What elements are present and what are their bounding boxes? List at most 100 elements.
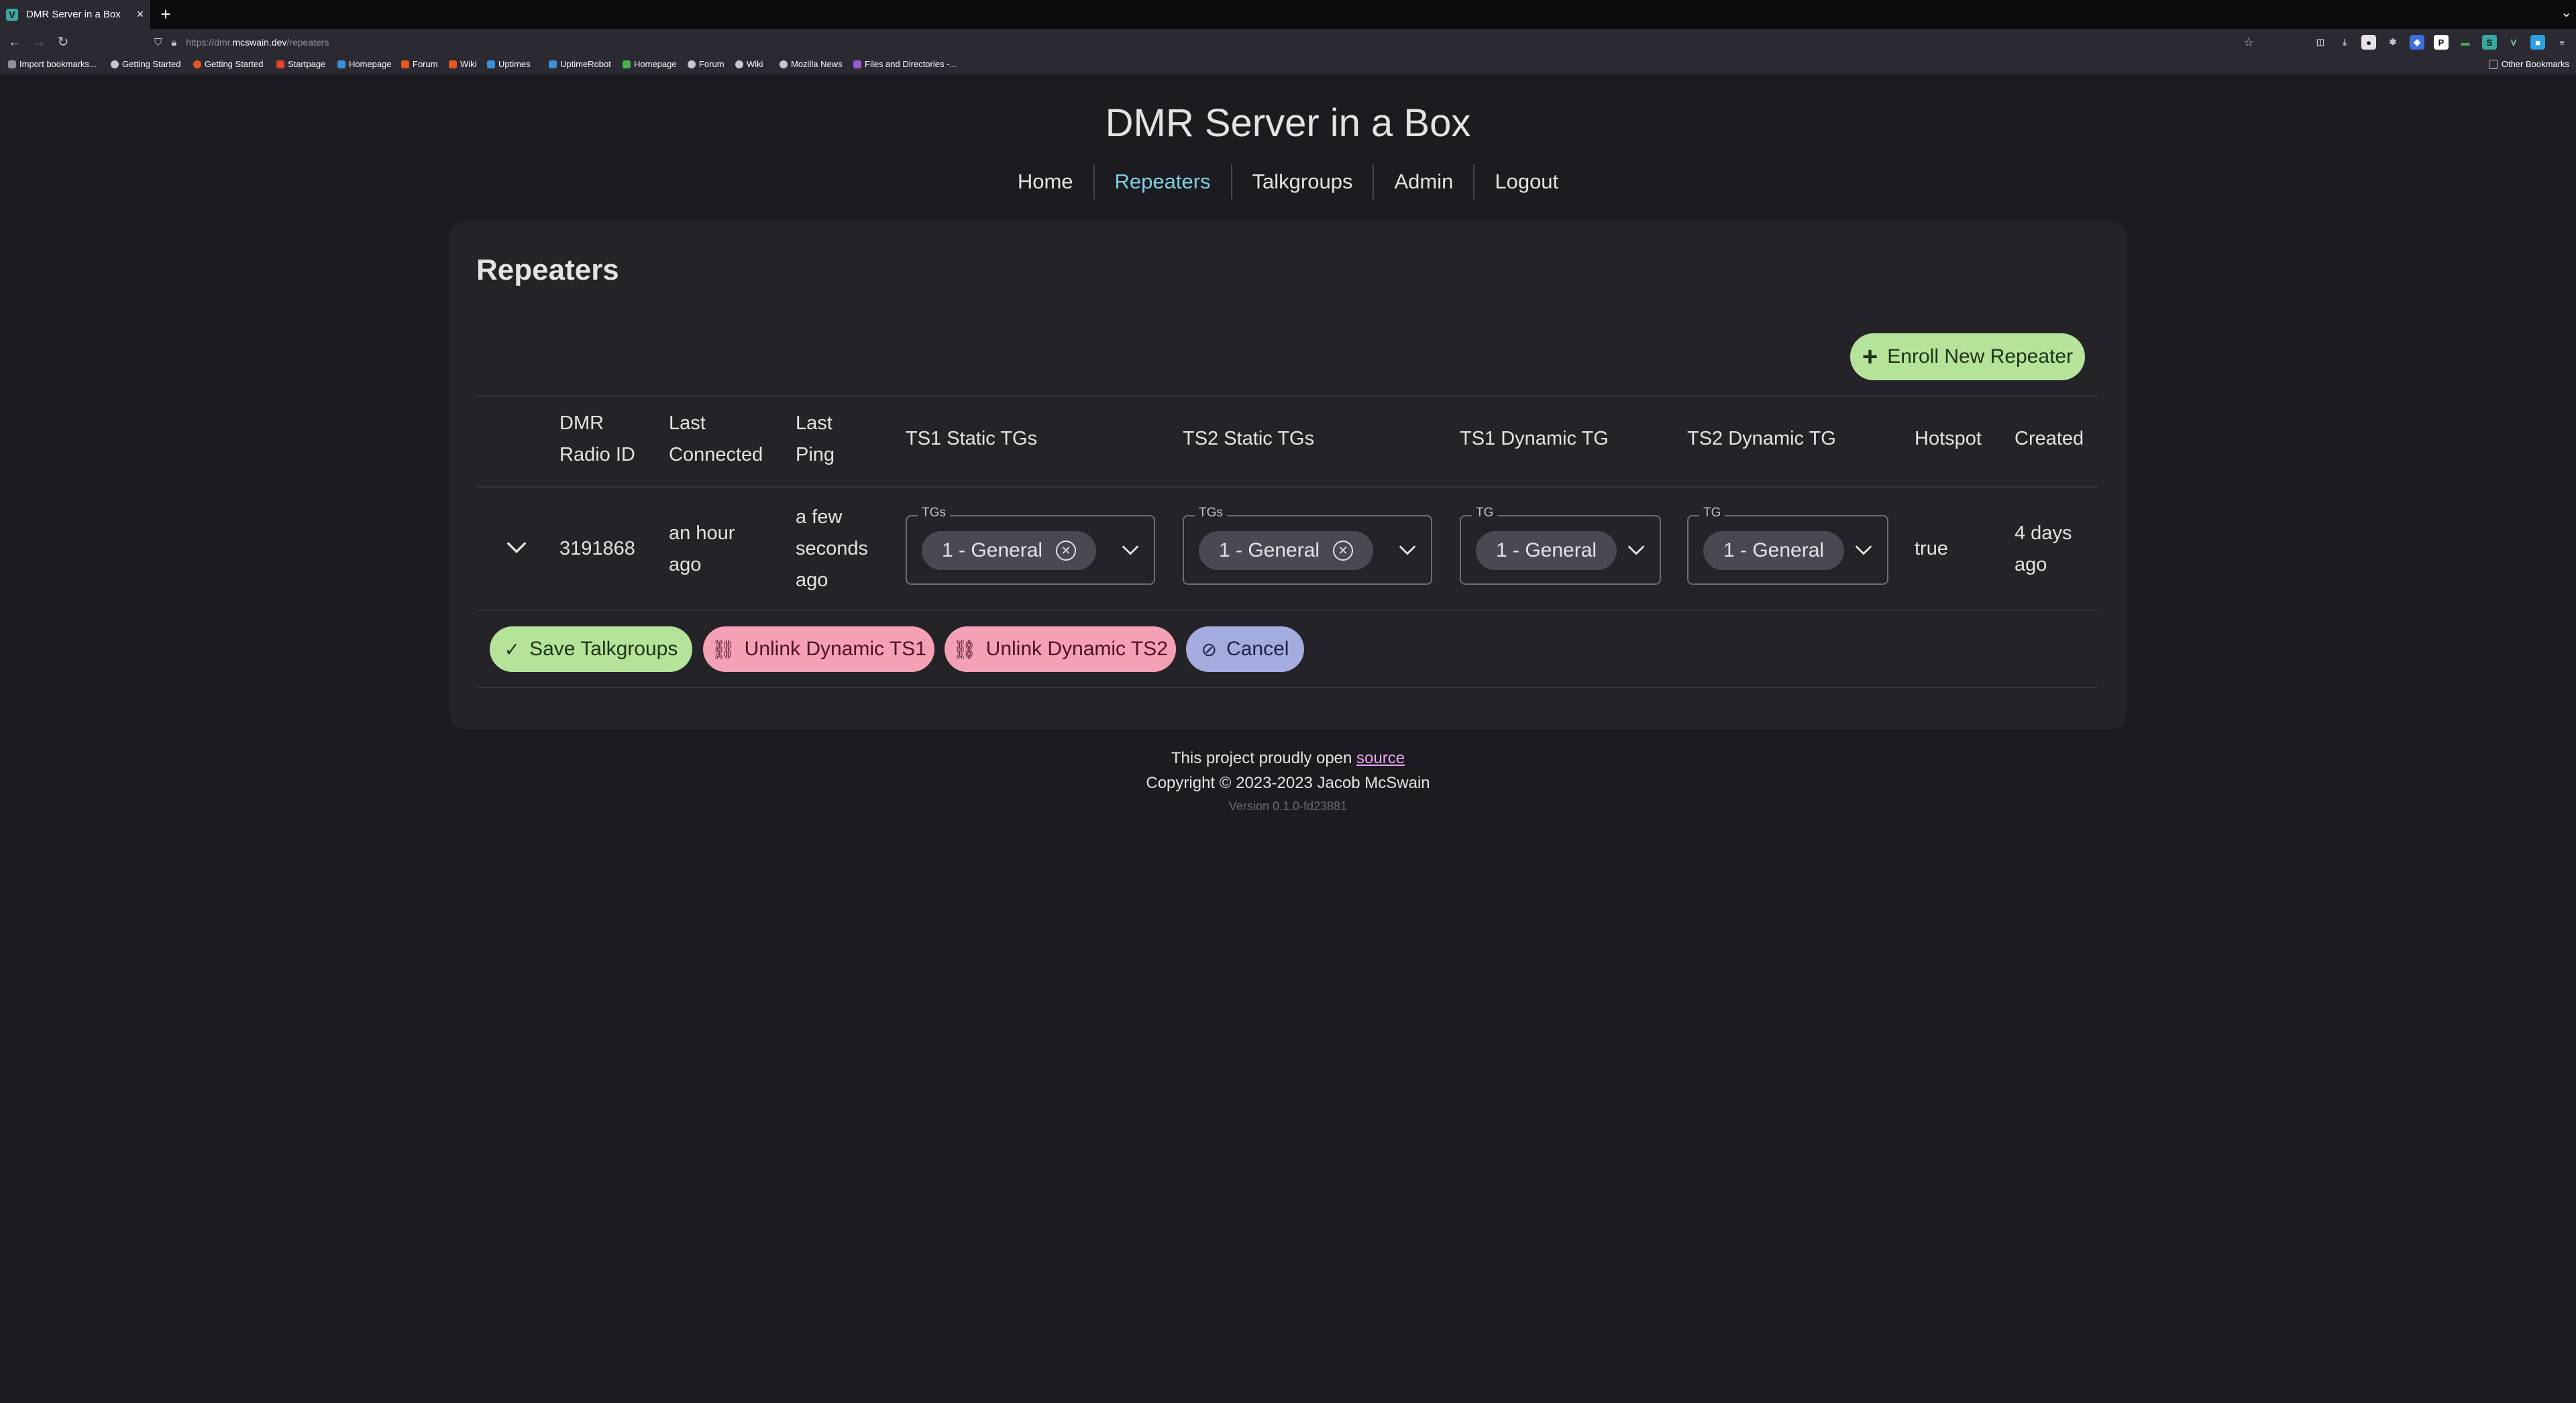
column-header-hotspot: Hotspot xyxy=(1915,428,1982,449)
nav-logout[interactable]: Logout xyxy=(1474,164,1578,199)
site-favicon-icon: V xyxy=(6,8,18,21)
bookmark-item[interactable]: Mozilla News xyxy=(780,59,843,69)
field-label: TG xyxy=(1472,506,1498,520)
browser-tab[interactable]: V DMR Server in a Box × xyxy=(0,0,150,29)
back-icon[interactable]: ← xyxy=(5,33,24,52)
download-icon[interactable]: ⤓ xyxy=(2337,35,2352,50)
bookmark-item[interactable]: Import bookmarks... xyxy=(8,59,97,69)
repeaters-card: Repeaters + Enroll New Repeater DMR Radio… xyxy=(449,221,2127,730)
lock-icon: 🔒︎ xyxy=(171,36,177,48)
divider xyxy=(476,486,2098,488)
cell-hotspot: true xyxy=(1915,538,1948,559)
main-nav: Home Repeaters Talkgroups Admin Logout xyxy=(0,164,2576,199)
column-header-ts2-static: TS2 Static TGs xyxy=(1183,428,1315,449)
puzzle-icon[interactable]: ✱ xyxy=(2385,35,2400,50)
ts2-static-tg-select[interactable]: TGs 1 - General ✕ xyxy=(1183,506,1432,585)
column-header-ts2-dynamic: TS2 Dynamic TG xyxy=(1687,428,1836,449)
source-link[interactable]: source xyxy=(1356,749,1405,767)
chevron-down-icon[interactable] xyxy=(1625,539,1648,561)
forward-icon[interactable]: → xyxy=(30,33,48,52)
bookmarks-toolbar: Import bookmarks... Getting Started Gett… xyxy=(0,56,2576,75)
column-header-ts1-dynamic: TS1 Dynamic TG xyxy=(1460,428,1609,449)
bookmark-item[interactable]: Forum xyxy=(401,59,438,69)
extension-icon[interactable]: ● xyxy=(2361,35,2376,50)
divider xyxy=(476,395,2098,396)
shield-icon: ⛉ xyxy=(154,36,162,48)
new-tab-icon[interactable]: + xyxy=(156,4,176,24)
shield-extension-icon[interactable]: ◆ xyxy=(2410,35,2424,50)
save-talkgroups-button[interactable]: ✓ Save Talkgroups xyxy=(490,626,692,672)
other-bookmarks[interactable]: Other Bookmarks xyxy=(2488,59,2569,69)
list-tabs-icon[interactable]: ⌄ xyxy=(2561,4,2572,21)
close-tab-icon[interactable]: × xyxy=(131,7,149,21)
address-bar[interactable]: ⛉ 🔒︎ https://dmr.mcswain.dev/repeaters xyxy=(154,32,2220,52)
pocket-icon[interactable]: ◫ xyxy=(2313,35,2328,50)
cell-dmr-radio-id: 3191868 xyxy=(559,538,635,559)
footer-source-line: This project proudly open source xyxy=(0,749,2576,768)
ts1-dynamic-tg-select[interactable]: TG 1 - General xyxy=(1460,506,1661,585)
column-header-ts1-static: TS1 Static TGs xyxy=(906,428,1038,449)
link-icon: ⛓︎ xyxy=(711,638,735,660)
chevron-down-icon[interactable] xyxy=(1119,539,1142,561)
unlink-dynamic-ts1-button[interactable]: ⛓︎ Unlink Dynamic TS1 xyxy=(703,626,934,672)
ts2-dynamic-tg-select[interactable]: TG 1 - General xyxy=(1687,506,1888,585)
enroll-new-repeater-button[interactable]: + Enroll New Repeater xyxy=(1850,333,2085,380)
link-icon: ⛓︎ xyxy=(953,638,977,660)
save-label: Save Talkgroups xyxy=(529,638,678,660)
bookmark-item[interactable]: UptimeRobot xyxy=(549,59,611,69)
bookmark-item[interactable]: Getting Started xyxy=(111,59,180,69)
unlink-ts1-label: Unlink Dynamic TS1 xyxy=(744,638,926,660)
bookmark-item[interactable]: Getting Started xyxy=(193,59,263,69)
bookmark-item[interactable]: Files and Directories -... xyxy=(853,59,957,69)
field-label: TGs xyxy=(918,506,950,520)
cell-last-ping: a few seconds ago xyxy=(796,506,869,591)
divider xyxy=(476,687,2098,688)
chevron-down-icon[interactable] xyxy=(503,534,530,561)
footer-text: This project proudly open xyxy=(1171,749,1352,767)
tg-chip: 1 - General xyxy=(1703,531,1845,570)
chevron-down-icon[interactable] xyxy=(1852,539,1875,561)
nav-home[interactable]: Home xyxy=(998,164,1095,199)
s-extension-icon[interactable]: S xyxy=(2482,35,2497,50)
column-header-last-connected: Last Connected xyxy=(669,412,763,465)
blue-extension-icon[interactable]: ■ xyxy=(2530,35,2545,50)
chevron-down-icon[interactable] xyxy=(1396,539,1419,561)
plus-icon: + xyxy=(1862,342,1878,372)
reload-icon[interactable]: ↻ xyxy=(54,33,72,52)
unlink-dynamic-ts2-button[interactable]: ⛓︎ Unlink Dynamic TS2 xyxy=(945,626,1176,672)
chip-label: 1 - General xyxy=(1723,539,1825,561)
remove-chip-icon[interactable]: ✕ xyxy=(1056,541,1077,561)
block-icon: ⊘ xyxy=(1201,638,1218,660)
tab-title: DMR Server in a Box xyxy=(26,9,121,20)
site-title: DMR Server in a Box xyxy=(1105,101,1471,145)
menu-icon[interactable]: ≡ xyxy=(2555,35,2569,50)
column-header-created: Created xyxy=(2015,428,2084,449)
remove-chip-icon[interactable]: ✕ xyxy=(1333,541,1354,561)
chip-label: 1 - General xyxy=(942,539,1043,561)
chip-label: 1 - General xyxy=(1219,539,1320,561)
bookmark-item[interactable]: Uptimes xyxy=(487,59,531,69)
bookmark-item[interactable]: Startpage xyxy=(276,59,325,69)
p-extension-icon[interactable]: P xyxy=(2434,35,2449,50)
browser-tab-strip: V DMR Server in a Box × + ⌄ xyxy=(0,0,2576,29)
field-label: TG xyxy=(1699,506,1725,520)
nav-admin[interactable]: Admin xyxy=(1374,164,1475,199)
extension-toolbar: ◫ ⤓ ● ✱ ◆ P ▬ S V ■ ≡ xyxy=(2313,35,2569,50)
bookmark-item[interactable]: Homepage xyxy=(337,59,392,69)
bookmark-item[interactable]: Wiki xyxy=(735,59,763,69)
cell-last-connected: an hour ago xyxy=(669,522,735,575)
bookmark-item[interactable]: Forum xyxy=(688,59,724,69)
cancel-button[interactable]: ⊘ Cancel xyxy=(1186,626,1304,672)
nav-repeaters[interactable]: Repeaters xyxy=(1095,164,1232,199)
nav-talkgroups[interactable]: Talkgroups xyxy=(1232,164,1375,199)
footer-version: Version 0.1.0-fd23881 xyxy=(1228,799,1348,813)
bookmark-star-icon[interactable]: ☆ xyxy=(2243,36,2254,50)
bookmark-item[interactable]: Wiki xyxy=(449,59,477,69)
url-text: https://dmr.mcswain.dev/repeaters xyxy=(186,37,329,48)
bookmark-item[interactable]: Homepage xyxy=(623,59,677,69)
v-extension-icon[interactable]: V xyxy=(2506,35,2521,50)
browser-navigation-bar: ← → ↻ ⛉ 🔒︎ https://dmr.mcswain.dev/repea… xyxy=(0,29,2576,56)
ts1-static-tg-select[interactable]: TGs 1 - General ✕ xyxy=(906,506,1155,585)
cell-created: 4 days ago xyxy=(2015,522,2072,575)
dash-extension-icon[interactable]: ▬ xyxy=(2458,35,2473,50)
